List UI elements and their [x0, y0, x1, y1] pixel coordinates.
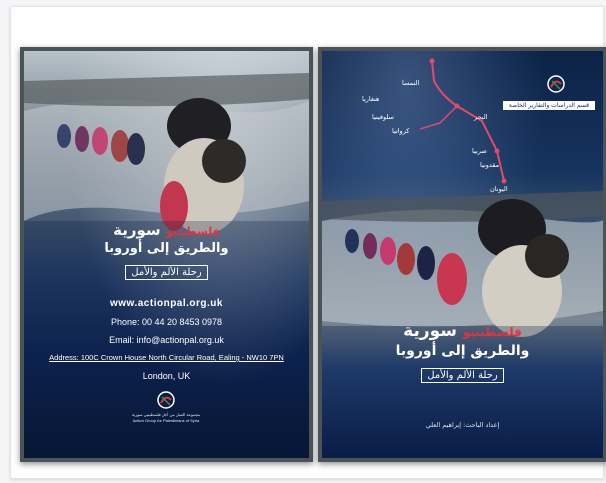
map-label: النمسا: [402, 79, 420, 87]
organization-logo-icon: [157, 391, 175, 409]
map-label: مقدونيا: [480, 161, 500, 169]
website-link[interactable]: www.actionpal.org.uk: [24, 295, 309, 313]
logo-caption-en: Action Group for Palestinians of Syria: [132, 418, 200, 423]
map-label: اليونان: [490, 185, 508, 193]
author-credit: إعداد الباحث: إبراهيم العلي: [425, 421, 500, 429]
subtitle-box: رحلة الألم والأمل: [421, 368, 504, 383]
title-red-word: فلسطينيو: [462, 325, 522, 339]
title-line-2: والطريق إلى أوروبا: [104, 241, 229, 256]
contact-info: www.actionpal.org.uk Phone: 00 44 20 845…: [24, 295, 309, 385]
phone-text: Phone: 00 44 20 8453 0978: [110, 317, 223, 327]
title-line-2: والطريق إلى أوروبا: [395, 343, 530, 359]
route-map-and-refugees-image: [322, 58, 603, 458]
email-text[interactable]: Email: info@actionpal.org.uk: [24, 331, 309, 349]
city-text: London, UK: [142, 371, 191, 381]
back-cover-title: فلسطينيو سورية والطريق إلى أوروبا رحلة ا…: [24, 221, 309, 280]
subtitle-box: رحلة الألم والأمل: [125, 265, 208, 280]
logo-caption: مجموعة العمل من أجل فلسطينيي سورية Actio…: [126, 412, 206, 424]
organization-logo-icon: [547, 75, 565, 93]
back-cover-image[interactable]: فلسطينيو سورية والطريق إلى أوروبا رحلة ا…: [20, 47, 313, 462]
title-white-word: سورية: [113, 221, 161, 239]
map-label: صربيا: [472, 147, 487, 155]
title-white-word: سورية: [403, 321, 458, 341]
map-label: هنغاريا: [362, 95, 380, 103]
department-label: قسم الدراسات والتقارير الخاصة: [502, 101, 595, 110]
map-label: سلوفينيا: [372, 113, 394, 121]
title-red-word: فلسطينيو: [165, 225, 220, 238]
map-label: البحر: [474, 113, 488, 121]
front-cover-image[interactable]: قسم الدراسات والتقارير الخاصة النمسا هنغ…: [318, 47, 606, 462]
map-label: كرواتيا: [392, 127, 410, 135]
front-cover-title: فلسطينيو سورية والطريق إلى أوروبا رحلة ا…: [322, 321, 603, 383]
address-text: Address: 100C Crown House North Circular…: [49, 353, 284, 362]
